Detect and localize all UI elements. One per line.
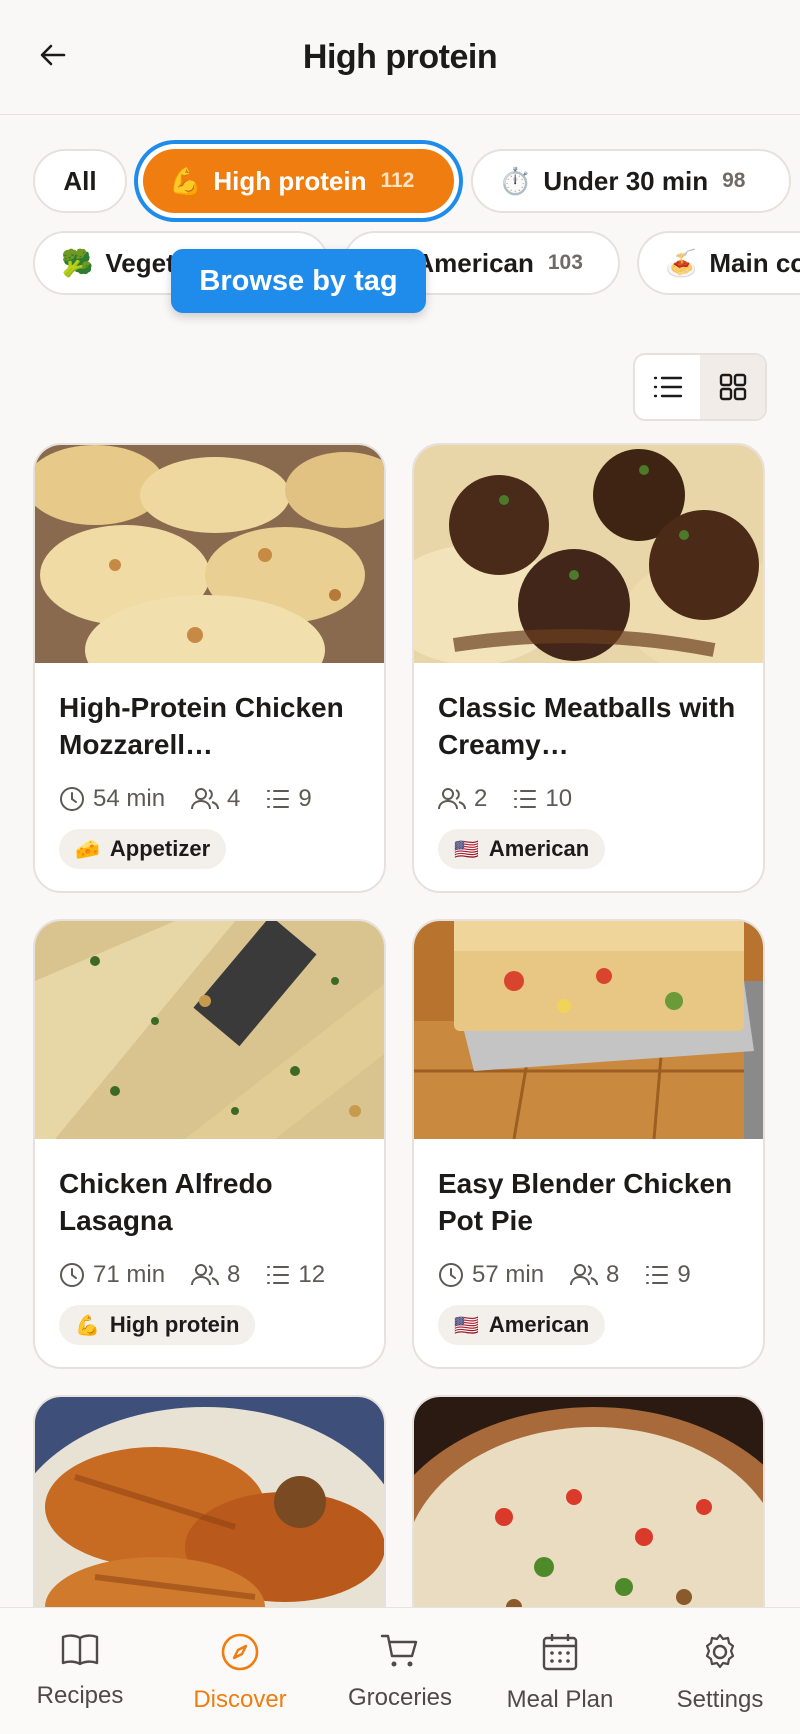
chip-label: Under 30 min	[543, 165, 709, 196]
recipe-card[interactable]: Classic Meatballs with Creamy… 2 10 🇺🇸 A…	[412, 443, 765, 893]
recipe-tag: 💪 High protein	[59, 1305, 256, 1345]
recipe-photo	[414, 445, 763, 663]
chip-count: 103	[547, 251, 583, 274]
recipe-photo	[35, 921, 384, 1139]
step-count: 9	[645, 1261, 691, 1289]
chip-under-30-min[interactable]: ⏱️ Under 30 min 98	[471, 149, 791, 213]
tab-recipes[interactable]: Recipes	[0, 1608, 160, 1734]
chip-label: American	[415, 247, 534, 278]
cook-time: 71 min	[59, 1261, 165, 1289]
grid-view-button[interactable]	[700, 355, 765, 419]
gear-icon	[705, 1633, 735, 1669]
list-view-button[interactable]	[635, 355, 700, 419]
recipe-meta: 71 min 8 12	[59, 1257, 360, 1293]
stopwatch-icon: ⏱️	[499, 165, 532, 196]
chip-count: 98	[722, 169, 746, 192]
cook-time: 54 min	[59, 785, 165, 813]
chip-all[interactable]: All	[33, 149, 127, 213]
clock-icon	[60, 787, 84, 811]
flexed-biceps-icon: 💪	[75, 1314, 100, 1337]
recipe-tag: 🇺🇸 American	[438, 1305, 606, 1345]
page-title: High protein	[302, 37, 498, 76]
people-icon	[570, 1264, 599, 1286]
recipe-card[interactable]: Easy Blender Chicken Pot Pie 57 min 8 9 …	[412, 919, 765, 1369]
recipe-title: High-Protein Chicken Mozzarell…	[59, 692, 344, 760]
people-icon	[191, 788, 220, 810]
numbered-list-icon	[267, 790, 290, 808]
chip-label: Main course	[709, 247, 800, 278]
us-flag-icon: 🇺🇸	[454, 838, 479, 861]
us-flag-icon: 🇺🇸	[454, 1314, 479, 1337]
people-icon	[438, 788, 466, 810]
recipe-meta: 54 min 4 9	[59, 781, 360, 817]
recipe-tag: 🇺🇸 American	[438, 829, 606, 869]
back-button[interactable]	[36, 38, 70, 72]
recipe-title: Easy Blender Chicken Pot Pie	[438, 1168, 733, 1236]
cook-time: 57 min	[438, 1261, 544, 1289]
grid-icon	[719, 373, 746, 401]
recipe-photo	[414, 921, 763, 1139]
broccoli-icon: 🥦	[61, 247, 94, 278]
chip-label: High protein	[213, 165, 367, 196]
list-icon	[653, 376, 682, 398]
tag-chips-row-1: All 💪 High protein 112 ⏱️ Under 30 min 9…	[0, 149, 800, 215]
chip-label: All	[63, 165, 97, 196]
people-icon	[191, 1264, 220, 1286]
view-toggle	[633, 353, 767, 421]
recipe-card[interactable]: Chicken Alfredo Lasagna 71 min 8 12 💪 Hi…	[33, 919, 386, 1369]
numbered-list-icon	[646, 1266, 669, 1284]
chip-high-protein[interactable]: 💪 High protein 112	[143, 149, 454, 213]
bottom-tab-bar: Recipes Discover Groceries Meal Plan Set…	[0, 1607, 800, 1734]
calendar-icon	[542, 1634, 578, 1671]
clock-icon	[60, 1263, 84, 1287]
compass-icon	[221, 1633, 259, 1671]
numbered-list-icon	[514, 790, 537, 808]
step-count: 12	[266, 1261, 325, 1289]
chip-main-course[interactable]: 🍝 Main course	[637, 231, 800, 295]
servings: 2	[438, 785, 487, 813]
step-count: 9	[266, 785, 312, 813]
recipe-card[interactable]: High-Protein Chicken Mozzarell… 54 min 4…	[33, 443, 386, 893]
book-icon	[61, 1634, 99, 1666]
cheese-icon: 🧀	[75, 838, 100, 861]
browse-by-tag-tooltip: Browse by tag	[171, 249, 426, 313]
tab-meal-plan[interactable]: Meal Plan	[480, 1608, 640, 1734]
recipe-meta: 57 min 8 9	[438, 1257, 739, 1293]
cart-icon	[380, 1634, 418, 1667]
clock-icon	[439, 1263, 463, 1287]
recipe-title: Chicken Alfredo Lasagna	[59, 1168, 273, 1236]
tab-discover[interactable]: Discover	[160, 1608, 320, 1734]
numbered-list-icon	[267, 1266, 290, 1284]
step-count: 10	[513, 785, 572, 813]
arrow-left-icon	[40, 44, 66, 66]
spaghetti-icon: 🍝	[665, 247, 698, 278]
top-bar: High protein	[0, 0, 800, 115]
tab-settings[interactable]: Settings	[640, 1608, 800, 1734]
recipe-photo	[35, 445, 384, 663]
recipe-meta: 2 10	[438, 781, 739, 817]
servings: 4	[191, 785, 240, 813]
tab-groceries[interactable]: Groceries	[320, 1608, 480, 1734]
servings: 8	[570, 1261, 619, 1289]
chip-count: 112	[380, 169, 415, 192]
recipe-title: Classic Meatballs with Creamy…	[438, 692, 736, 760]
recipe-tag: 🧀 Appetizer	[59, 829, 227, 869]
servings: 8	[191, 1261, 240, 1289]
flexed-biceps-icon: 💪	[169, 165, 202, 196]
